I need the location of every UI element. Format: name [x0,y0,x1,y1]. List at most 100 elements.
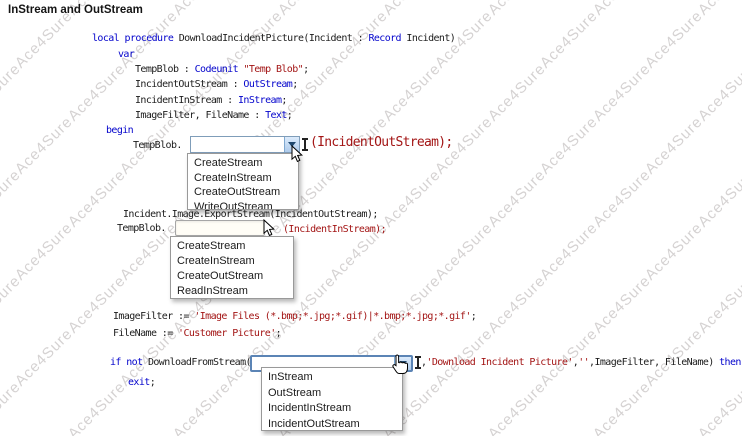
code-segment: Record [368,33,401,44]
watermark-text: Ace4Sure [169,378,235,436]
watermark-text: Ace4Sure [11,325,77,390]
hand-cursor [392,354,408,375]
dropdown-list-create-stream-1: CreateStream CreateInStream CreateOutStrea… [187,153,299,210]
code-segment: ImageFilter, FileName : [135,110,266,121]
watermark-text: Ace4Sure [536,113,602,178]
text-caret [415,356,421,369]
watermark-text: Ace4Sure [694,166,742,231]
code-line-imagefilter: ImageFilter := 'Image Files (*.bmp;*.jpg… [113,311,477,323]
code-segment: ,ImageFilter, FileName) [589,357,720,368]
code-line-procedure: local procedure DownloadIncidentPicture(… [92,33,456,45]
code-line-if-download: if not DownloadFromStream( [110,357,252,369]
watermark-text: Ace4Sure [380,0,444,19]
dropdown-option[interactable]: ReadInStream [171,284,293,298]
code-line-begin: begin [106,125,134,137]
screenshot-canvas: Ace4Sure Ace4Sure Ace4Sure Ace4Sure Ace4Sure… [0,0,742,436]
watermark-text: Ace4Sure [64,378,130,436]
code-segment: "Temp Blob" [243,64,304,75]
code-segment: then [719,357,741,368]
code-segment: ; [470,311,477,322]
code-line-instream: IncidentInStream : InStream; [135,95,287,107]
code-segment: TempBlob : [135,64,195,75]
watermark-text: Ace4Sure [641,219,707,284]
code-segment: ; [286,110,293,121]
watermark-text: Ace4Sure [484,378,550,436]
dropdown-option[interactable]: IncidentInStream [262,401,402,417]
dropdown-option[interactable]: CreateInStream [171,254,293,269]
code-segment: FileName := [113,328,179,339]
watermark-text: Ace4Sure [64,60,130,125]
watermark-text: Ace4Sure [484,272,550,337]
watermark-text: Ace4Sure [641,113,707,178]
watermark-text: Ace4Sure [590,0,654,19]
page-title: InStream and OutStream [8,4,143,16]
watermark-text: Ace4Sure [694,60,742,125]
watermark-text: Ace4Sure [484,166,550,231]
code-segment: TempBlob. [117,223,166,234]
code-segment: ; [292,79,298,90]
code-line-tempblob-call-2: TempBlob. [117,223,166,235]
code-segment: ; [275,328,282,339]
code-segment: ; [281,95,287,106]
dropdown-option[interactable]: IncidentOutStream [262,417,402,431]
watermark-text: Ace4Sure [694,272,742,337]
watermark-text: Ace4Sure [695,0,742,19]
dropdown-option[interactable]: CreateStream [188,156,298,171]
code-arg-outstream: (IncidentOutStream); [310,135,453,150]
watermark-text: Ace4Sure [641,7,707,72]
code-line-var: var [118,49,135,61]
watermark-text: Ace4Sure [589,378,655,436]
watermark-text: Ace4Sure [589,60,655,125]
watermark-text: Ace4Sure [64,272,130,337]
dropdown-option[interactable]: CreateOutStream [171,269,293,284]
watermark-text: Ace4Sure [0,166,25,231]
code-line-tempblob: TempBlob : Codeunit "Temp Blob"; [135,64,309,76]
watermark-text: Ace4Sure [11,219,77,284]
watermark-text: Ace4Sure [484,60,550,125]
code-segment: DownloadIncidentPicture(Incident : [178,33,369,44]
watermark-text: Ace4Sure [589,272,655,337]
watermark-text: Ace4Sure [275,0,339,19]
dropdown-list-create-stream-2: CreateStream CreateInStream CreateOutStrea… [170,236,294,299]
code-segment: Text [265,110,287,121]
code-segment: ImageFilter := [113,311,195,322]
method-combobox-2[interactable] [175,220,265,236]
mouse-arrow-cursor [291,145,303,163]
code-segment: TempBlob. [133,140,182,151]
watermark-text: Ace4Sure [379,60,445,125]
method-combobox-1[interactable] [190,136,300,153]
dropdown-option[interactable]: InStream [262,370,402,386]
dropdown-option[interactable]: WriteOutStream [188,200,298,210]
watermark-text: Ace4Sure [694,378,742,436]
code-segment: IncidentInStream : [135,95,238,106]
watermark-text: Ace4Sure [11,7,77,72]
code-line-tempblob-call-1: TempBlob. [133,140,182,152]
code-segment: ; [149,377,156,388]
watermark-text: Ace4Sure [536,7,602,72]
dropdown-option[interactable]: CreateInStream [188,171,298,186]
code-segment: '' [578,357,590,368]
mouse-arrow-cursor [263,219,275,237]
dropdown-option[interactable]: CreateOutStream [188,185,298,200]
watermark-text: Ace4Sure [11,113,77,178]
watermark-text: Ace4Sure [485,0,549,19]
dropdown-option[interactable]: CreateStream [171,239,293,254]
code-segment: ; [303,64,309,75]
dropdown-option[interactable]: OutStream [262,386,402,402]
code-segment: OutStream [243,79,293,90]
code-segment: Incident.Image.ExportStream(IncidentOutS… [123,209,378,220]
code-line-download-args: ,'Download Incident Picture','',ImageFil… [421,357,741,369]
watermark-text: Ace4Sure [0,378,25,436]
watermark-text: Ace4Sure [589,166,655,231]
code-segment: (IncidentOutStream); [310,135,453,150]
code-segment: begin [106,125,134,136]
watermark-text: Ace4Sure [379,272,445,337]
code-segment: (IncidentInStream); [283,224,387,235]
code-line-text-vars: ImageFilter, FileName : Text; [135,110,293,122]
dropdown-list-stream-args: InStream OutStream IncidentInStream Inciden… [261,367,403,431]
code-segment: 'Customer Picture' [178,328,276,339]
watermark-text: Ace4Sure [0,272,25,337]
code-segment: var [118,49,135,60]
code-segment: IncidentOutStream : [135,79,244,90]
code-segment: 'Download Incident Picture' [426,357,573,368]
